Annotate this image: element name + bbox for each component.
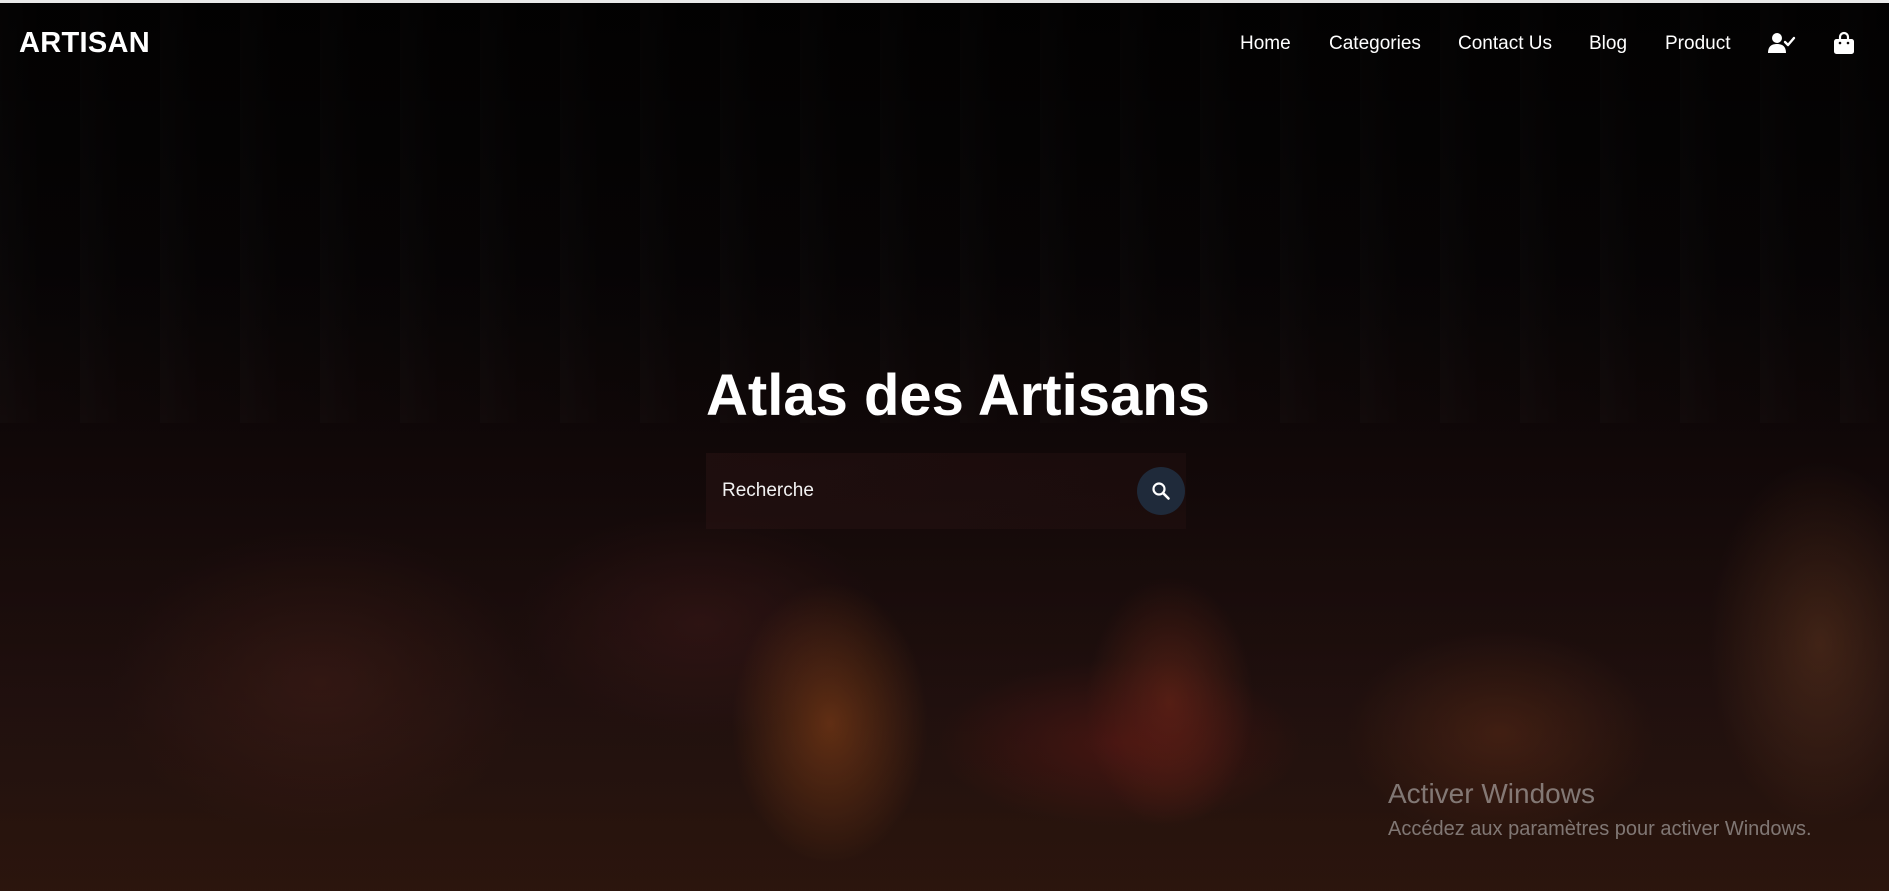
os-activation-subtitle: Accédez aux paramètres pour activer Wind… <box>1388 818 1812 840</box>
nav-home-link[interactable]: Home <box>1240 33 1291 55</box>
nav-blog-link[interactable]: Blog <box>1589 33 1627 55</box>
search-input[interactable] <box>706 453 1126 529</box>
user-check-icon <box>1768 33 1796 53</box>
nav-product-link[interactable]: Product <box>1665 33 1730 55</box>
os-activation-title: Activer Windows <box>1388 778 1595 809</box>
hero-shade <box>0 3 1889 891</box>
shopping-bag-icon <box>1834 31 1854 54</box>
nav-contact-link[interactable]: Contact Us <box>1458 33 1552 55</box>
search-bar <box>706 453 1186 529</box>
user-account-button[interactable] <box>1767 28 1797 58</box>
nav-links: Home Categories Contact Us Blog Product <box>0 33 1889 63</box>
nav-categories-link[interactable]: Categories <box>1329 33 1421 55</box>
hero-background <box>0 3 1889 891</box>
hero-title: Atlas des Artisans <box>706 363 1210 428</box>
navbar: ARTISAN Home Categories Contact Us Blog … <box>0 3 1889 83</box>
search-icon <box>1152 482 1170 500</box>
cart-button[interactable] <box>1829 28 1859 58</box>
search-button[interactable] <box>1137 467 1185 515</box>
